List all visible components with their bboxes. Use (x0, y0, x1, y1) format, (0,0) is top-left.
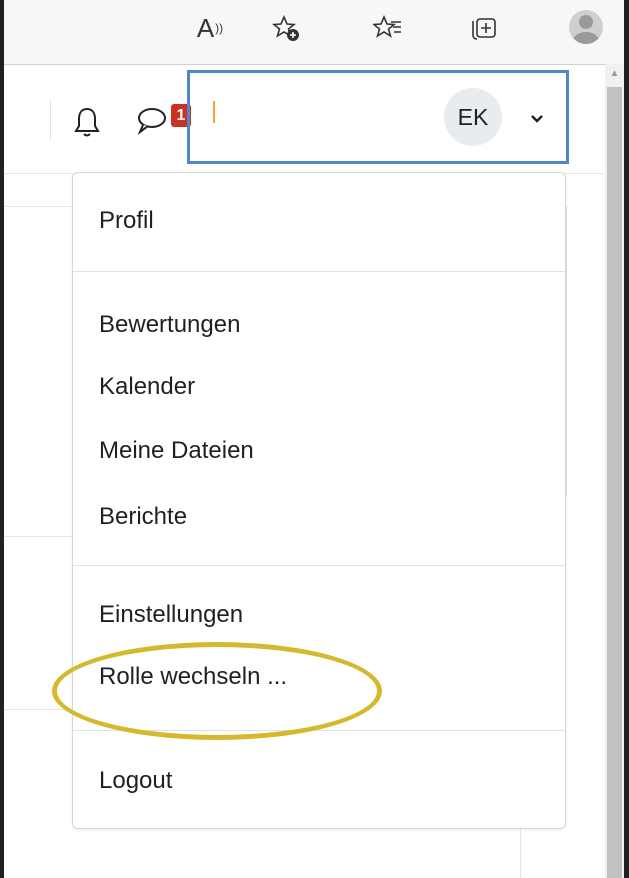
page-divider (4, 709, 72, 710)
browser-toolbar: A)) (4, 0, 624, 65)
highlight-ellipse-annotation (52, 642, 382, 740)
menu-item-logout[interactable]: Logout (99, 767, 172, 795)
menu-item-grades[interactable]: Bewertungen (99, 311, 240, 339)
user-avatar: EK (444, 88, 502, 146)
menu-item-preferences[interactable]: Einstellungen (99, 601, 243, 629)
scroll-up-arrow[interactable]: ▲ (607, 68, 622, 82)
menu-item-reports[interactable]: Berichte (99, 503, 187, 531)
scrollbar-thumb[interactable] (607, 87, 622, 878)
page-divider (4, 206, 72, 207)
page-divider (4, 536, 72, 537)
navbar-divider (50, 100, 51, 140)
chevron-down-icon (530, 111, 544, 129)
menu-divider (73, 271, 565, 272)
profile-avatar-icon[interactable] (569, 10, 603, 44)
favorites-icon[interactable] (368, 10, 408, 46)
bell-icon[interactable] (74, 105, 100, 144)
page-card-border (520, 829, 521, 878)
page-card-border (566, 206, 567, 496)
user-menu-toggle[interactable]: EK (187, 70, 569, 164)
menu-item-calendar[interactable]: Kalender (99, 373, 195, 401)
menu-item-profile[interactable]: Profil (99, 207, 154, 235)
collections-icon[interactable] (464, 10, 504, 46)
chat-icon[interactable] (136, 105, 172, 140)
window-frame-left (0, 0, 4, 878)
read-aloud-icon[interactable]: A)) (190, 10, 230, 46)
menu-item-my-files[interactable]: Meine Dateien (99, 437, 254, 465)
text-cursor (213, 101, 215, 123)
add-favorite-icon[interactable] (266, 10, 306, 46)
window-frame-right (624, 0, 629, 878)
menu-divider (73, 565, 565, 566)
